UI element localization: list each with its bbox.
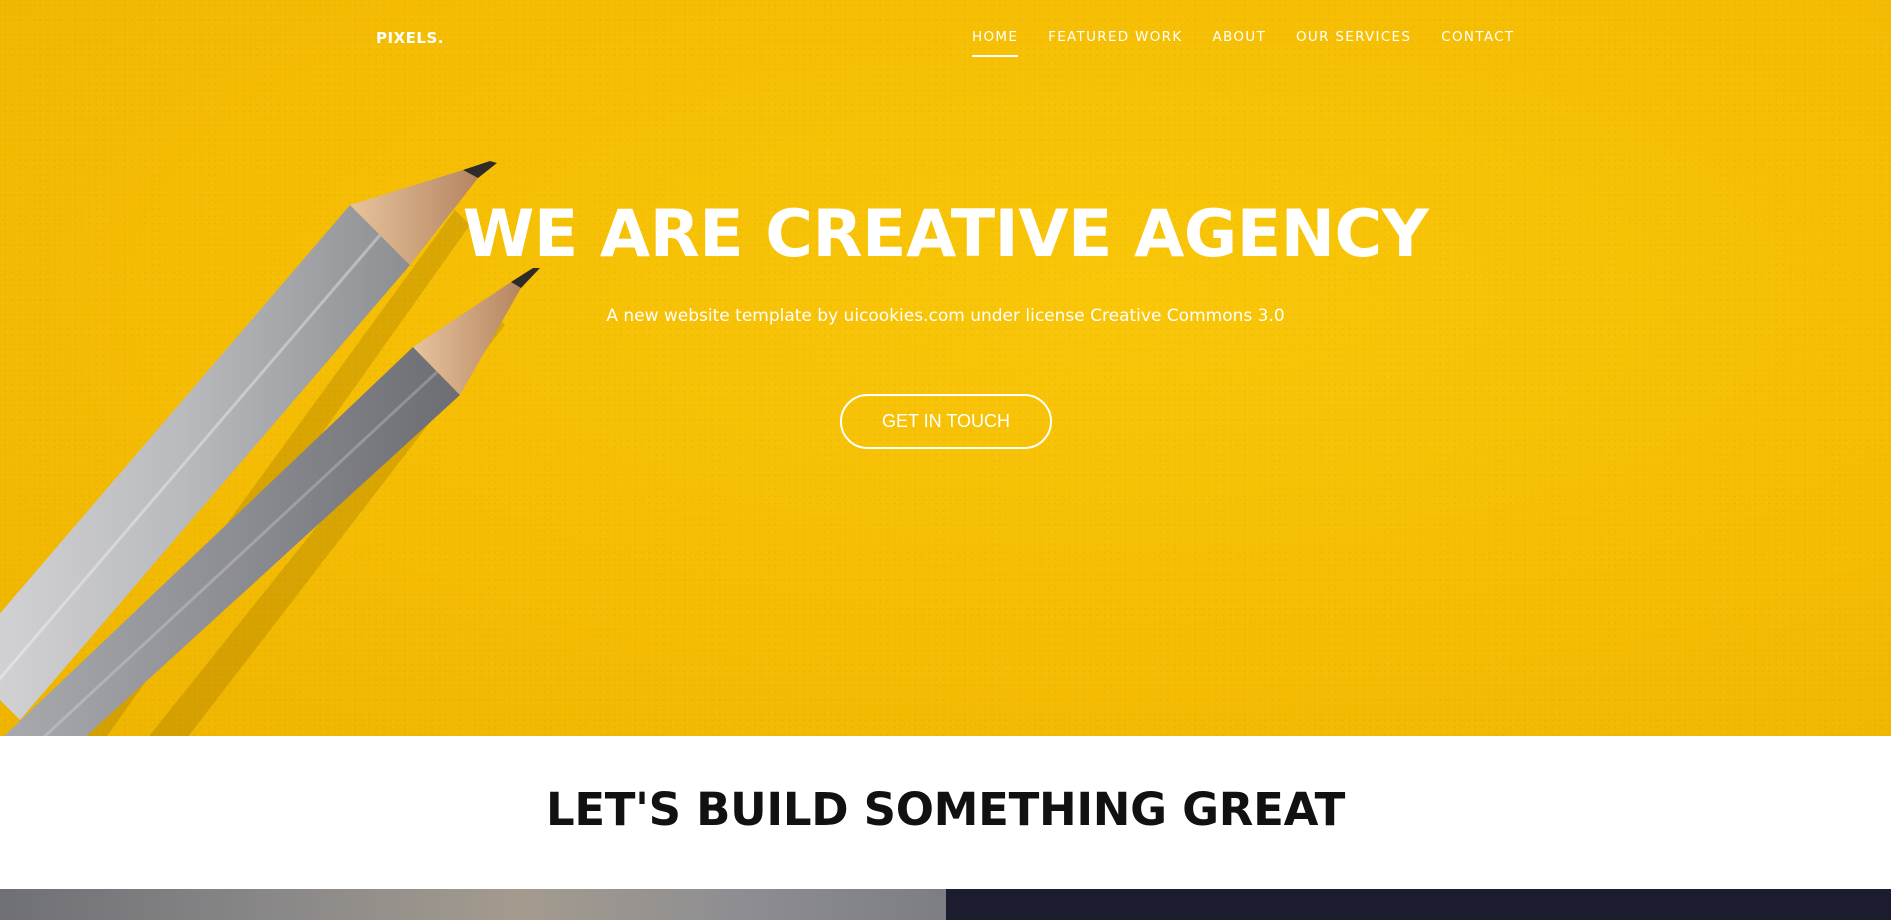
nav-item-featured-work[interactable]: FEATURED WORK bbox=[1048, 29, 1182, 57]
section-title: LET'S BUILD SOMETHING GREAT bbox=[545, 783, 1346, 836]
main-nav: HOME FEATURED WORK ABOUT OUR SERVICES CO… bbox=[972, 29, 1514, 57]
get-in-touch-button[interactable]: GET IN TOUCH bbox=[840, 394, 1052, 449]
hero-section: PIXELS. HOME FEATURED WORK ABOUT OUR SER… bbox=[0, 0, 1891, 736]
brand-logo[interactable]: PIXELS. bbox=[376, 29, 444, 47]
nav-item-contact[interactable]: CONTACT bbox=[1441, 29, 1514, 57]
nav-item-home[interactable]: HOME bbox=[972, 29, 1019, 57]
dark-panel bbox=[946, 889, 1891, 920]
nav-item-about[interactable]: ABOUT bbox=[1212, 29, 1266, 57]
pencils-image bbox=[0, 161, 540, 736]
hero-title: WE ARE CREATIVE AGENCY bbox=[462, 197, 1429, 272]
nav-item-our-services[interactable]: OUR SERVICES bbox=[1296, 29, 1411, 57]
image-panel bbox=[0, 889, 946, 920]
hero-subtitle: A new website template by uicookies.com … bbox=[606, 306, 1285, 326]
